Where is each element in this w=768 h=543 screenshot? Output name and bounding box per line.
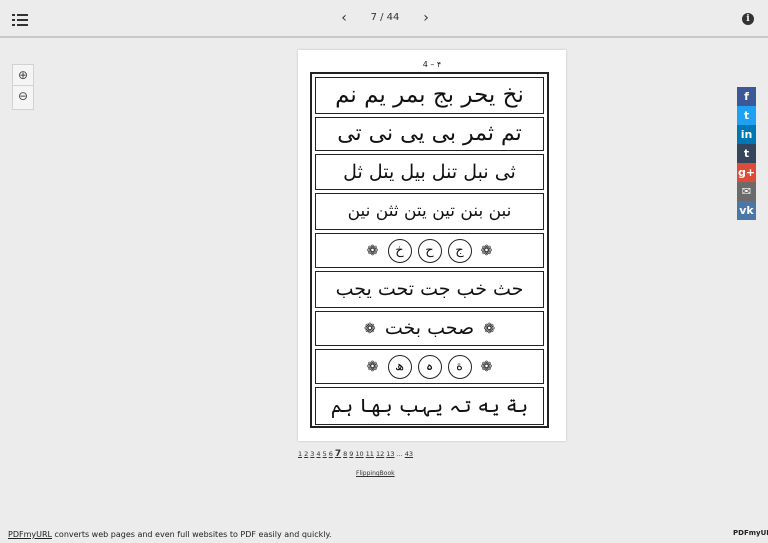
- zoom-in-button[interactable]: ⊕: [13, 65, 33, 85]
- ornament-row: ❁ ج ح خ ❁: [315, 233, 544, 268]
- letter-circle: ة: [447, 354, 472, 379]
- page-link[interactable]: 13: [386, 450, 394, 458]
- google-plus-icon[interactable]: g+: [737, 163, 756, 182]
- page-link[interactable]: 1: [298, 450, 302, 458]
- next-page-button[interactable]: ›: [418, 10, 434, 28]
- book-page: 4 – ۴ نخ يحر بج بمر يم نم تم ثمر بی يی ن…: [298, 50, 566, 441]
- page-link[interactable]: 9: [349, 450, 353, 458]
- facebook-icon[interactable]: f: [737, 87, 756, 106]
- page-link[interactable]: 4: [316, 450, 320, 458]
- letter-row: نخ يحر بج بمر يم نم: [315, 77, 544, 114]
- page-link[interactable]: 7: [335, 449, 341, 459]
- rosette-icon: ❁: [363, 320, 376, 337]
- page-link[interactable]: 12: [376, 450, 384, 458]
- letter-row: بة يه تہ يہب بها ہم: [315, 387, 544, 425]
- pagination: 1 2 3 4 5 6 7 8 9 10 11 12 13... 43: [298, 449, 468, 459]
- letter-circle: ھ: [387, 354, 412, 379]
- info-icon[interactable]: i: [742, 13, 754, 25]
- list-menu-icon[interactable]: [12, 12, 28, 26]
- letter-row: تم ثمر بی يی نی تی: [315, 117, 544, 151]
- linkedin-icon[interactable]: in: [737, 125, 756, 144]
- pagination-ellipsis: ...: [396, 450, 405, 458]
- footer: PDFmyURL converts web pages and even ful…: [8, 530, 332, 539]
- page-link[interactable]: 10: [355, 450, 363, 458]
- page-link[interactable]: 5: [323, 450, 327, 458]
- tumblr-icon[interactable]: t: [737, 144, 756, 163]
- letter-circle: ج: [447, 238, 472, 263]
- zoom-out-button[interactable]: ⊖: [13, 85, 33, 106]
- email-icon[interactable]: ✉: [737, 182, 756, 201]
- page-link[interactable]: 3: [310, 450, 314, 458]
- page-link[interactable]: 2: [304, 450, 308, 458]
- rosette-icon: ❁: [366, 358, 379, 375]
- letter-row: ❁ صحب بخت ❁: [315, 311, 544, 346]
- letter-row: حث خب جت تحت يجب: [315, 271, 544, 308]
- letter-circle: خ: [387, 238, 412, 263]
- rosette-icon: ❁: [480, 242, 493, 259]
- zoom-controls: ⊕ ⊖: [12, 64, 34, 110]
- pdfmyurl-link[interactable]: PDFmyURL: [8, 530, 52, 539]
- ornament-row: ❁ ة ہ ھ ❁: [315, 349, 544, 384]
- pdfmyurl-logo: PDFmyURL: [733, 529, 768, 537]
- letter-row: ثی نبل تنل بيل يتل ثل: [315, 154, 544, 190]
- vk-icon[interactable]: vk: [737, 201, 756, 220]
- letter-circle: ہ: [417, 354, 442, 379]
- letter-row: نبن بنن تين يتن ثثن نين: [315, 193, 544, 230]
- page-link[interactable]: 8: [343, 450, 347, 458]
- page-number: 4 – ۴: [422, 60, 442, 69]
- page-link[interactable]: 11: [366, 450, 374, 458]
- top-toolbar: ‹ 7 / 44 › i: [0, 0, 768, 38]
- twitter-icon[interactable]: t: [737, 106, 756, 125]
- rosette-icon: ❁: [480, 358, 493, 375]
- prev-page-button[interactable]: ‹: [336, 10, 352, 28]
- page-link-last[interactable]: 43: [405, 450, 413, 458]
- flippingbook-link[interactable]: FlippingBook: [356, 470, 395, 477]
- rosette-icon: ❁: [483, 320, 496, 337]
- page-navigator: ‹ 7 / 44 ›: [336, 10, 432, 28]
- share-sidebar: f t in t g+ ✉ vk: [737, 87, 756, 220]
- arabic-letter-grid: نخ يحر بج بمر يم نم تم ثمر بی يی نی تی ث…: [310, 72, 549, 428]
- page-counter: 7 / 44: [370, 12, 400, 23]
- letter-circle: ح: [417, 238, 442, 263]
- letter-row-text: صحب بخت: [384, 317, 475, 339]
- rosette-icon: ❁: [366, 242, 379, 259]
- page-link[interactable]: 6: [329, 450, 333, 458]
- footer-text: converts web pages and even full website…: [51, 530, 332, 539]
